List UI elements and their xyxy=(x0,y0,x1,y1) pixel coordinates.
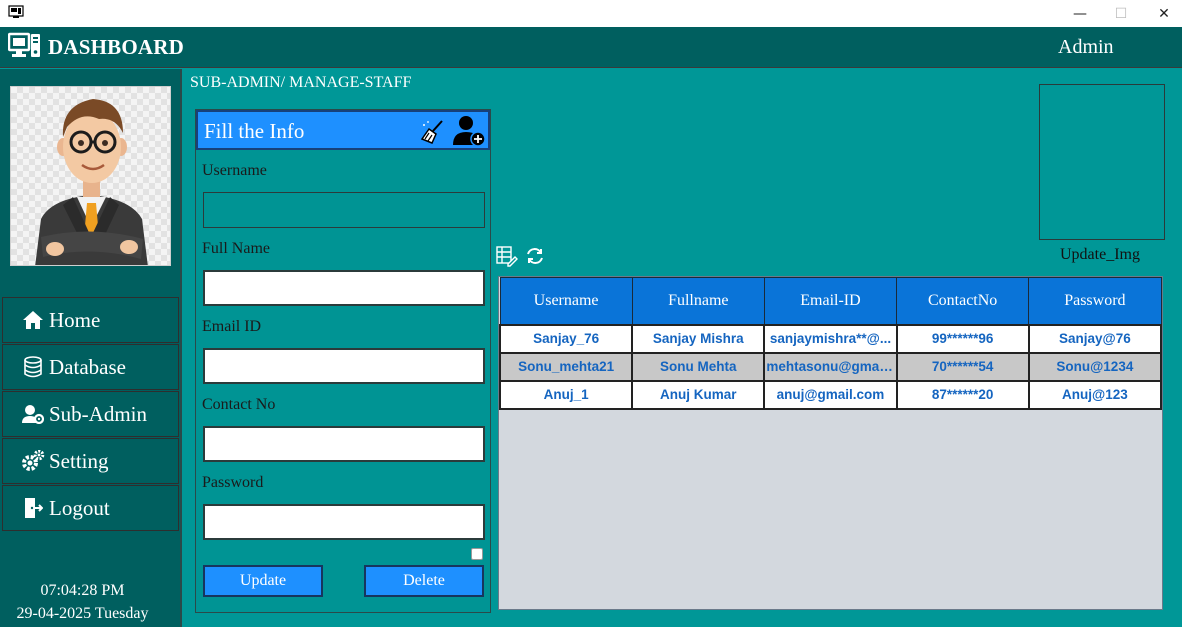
email-field[interactable] xyxy=(203,348,485,384)
clock-time: 07:04:28 PM xyxy=(40,582,125,599)
sidebar-item-label: Logout xyxy=(49,495,110,520)
avatar xyxy=(10,86,171,266)
sidebar-item-home[interactable]: Home xyxy=(2,297,179,343)
delete-button[interactable]: Delete xyxy=(364,565,484,597)
sidebar-item-database[interactable]: Database xyxy=(2,344,179,390)
table-cell[interactable]: Sonu@1234 xyxy=(1027,351,1163,382)
contact-field[interactable] xyxy=(203,426,485,462)
username-label: Username xyxy=(202,162,267,179)
sidebar-item-label: Home xyxy=(49,307,101,332)
table-cell[interactable]: Anuj@123 xyxy=(1027,379,1163,410)
column-header-fullname[interactable]: Fullname xyxy=(631,277,765,325)
form-title: Fill the Info xyxy=(204,119,305,143)
full-name-label: Full Name xyxy=(202,240,270,257)
table-cell[interactable]: Sanjay@76 xyxy=(1027,323,1163,354)
table-toolbar xyxy=(496,245,546,267)
username-field[interactable] xyxy=(203,192,485,228)
app-title: DASHBOARD xyxy=(48,35,184,59)
column-header-password[interactable]: Password xyxy=(1028,277,1162,325)
column-header-username[interactable]: Username xyxy=(499,277,633,325)
sidebar: Home Database Sub-Admin Setting Logout 0… xyxy=(0,69,182,627)
staff-image-box xyxy=(1039,84,1165,240)
table-cell[interactable]: mehtasonu@gmail... xyxy=(763,351,898,382)
table-cell[interactable]: 99******96 xyxy=(895,323,1030,354)
sidebar-item-label: Setting xyxy=(49,448,109,473)
app-icon xyxy=(8,5,24,18)
table-edit-icon[interactable] xyxy=(496,245,518,267)
column-header-contact[interactable]: ContactNo xyxy=(896,277,1030,325)
table-cell[interactable]: Anuj_1 xyxy=(498,379,634,410)
dashboard-icon xyxy=(8,32,40,57)
gears-icon xyxy=(21,450,45,472)
clock: 07:04:28 PM 29-04-2025 Tuesday xyxy=(0,579,165,625)
show-password-checkbox[interactable] xyxy=(471,548,483,560)
table-cell[interactable]: Anuj Kumar xyxy=(631,379,766,410)
table-row[interactable]: Anuj_1 Anuj Kumar anuj@gmail.com 87*****… xyxy=(498,379,1163,410)
full-name-field[interactable] xyxy=(203,270,485,306)
table-cell[interactable]: 87******20 xyxy=(895,379,1030,410)
contact-label: Contact No xyxy=(202,396,276,413)
table-cell[interactable]: Sanjay Mishra xyxy=(631,323,766,354)
email-label: Email ID xyxy=(202,318,262,335)
staff-form-panel: Fill the Info Username Full Name Email I… xyxy=(195,109,491,613)
table-cell[interactable]: sanjaymishra**@... xyxy=(763,323,898,354)
update-image-button[interactable]: Update_Img xyxy=(1060,246,1140,264)
breadcrumb: SUB-ADMIN/ MANAGE-STAFF xyxy=(190,74,412,91)
home-icon xyxy=(21,309,45,331)
user-gear-icon xyxy=(21,403,45,425)
maximize-button[interactable]: ☐ xyxy=(1098,0,1144,27)
table-header-row: Username Fullname Email-ID ContactNo Pas… xyxy=(499,277,1162,325)
sidebar-item-label: Database xyxy=(49,354,126,379)
form-header: Fill the Info xyxy=(196,110,490,150)
staff-table-grid: Username Fullname Email-ID ContactNo Pas… xyxy=(498,277,1163,410)
table-row[interactable]: Sonu_mehta21 Sonu Mehta mehtasonu@gmail.… xyxy=(498,351,1163,382)
password-label: Password xyxy=(202,474,264,491)
database-icon xyxy=(21,356,45,378)
clear-broom-icon[interactable] xyxy=(420,119,446,145)
sidebar-item-logout[interactable]: Logout xyxy=(2,485,179,531)
update-button[interactable]: Update xyxy=(203,565,323,597)
table-cell[interactable]: Sonu Mehta xyxy=(631,351,766,382)
app-window: DASHBOARD Admin Home Database Sub-Admin … xyxy=(0,27,1182,627)
close-button[interactable]: ✕ xyxy=(1141,0,1182,27)
sidebar-item-setting[interactable]: Setting xyxy=(2,438,179,484)
sidebar-item-sub-admin[interactable]: Sub-Admin xyxy=(2,391,179,437)
table-cell[interactable]: Sonu_mehta21 xyxy=(498,351,634,382)
current-user-label: Admin xyxy=(1058,36,1114,58)
staff-table: Username Fullname Email-ID ContactNo Pas… xyxy=(498,276,1163,610)
table-cell[interactable]: 70******54 xyxy=(895,351,1030,382)
clock-date: 29-04-2025 Tuesday xyxy=(16,605,149,622)
password-field[interactable] xyxy=(203,504,485,540)
minimize-button[interactable]: — xyxy=(1057,0,1103,27)
column-header-email[interactable]: Email-ID xyxy=(763,277,898,325)
window-titlebar: — ☐ ✕ xyxy=(0,0,1182,27)
table-row[interactable]: Sanjay_76 Sanjay Mishra sanjaymishra**@.… xyxy=(498,323,1163,354)
add-user-icon[interactable] xyxy=(453,115,487,147)
table-cell[interactable]: Sanjay_76 xyxy=(498,323,634,354)
refresh-icon[interactable] xyxy=(524,245,546,267)
table-cell[interactable]: anuj@gmail.com xyxy=(763,379,898,410)
avatar-illustration xyxy=(35,99,148,265)
sidebar-item-label: Sub-Admin xyxy=(49,401,148,426)
logout-icon xyxy=(21,497,45,519)
app-header: DASHBOARD Admin xyxy=(0,27,1182,68)
